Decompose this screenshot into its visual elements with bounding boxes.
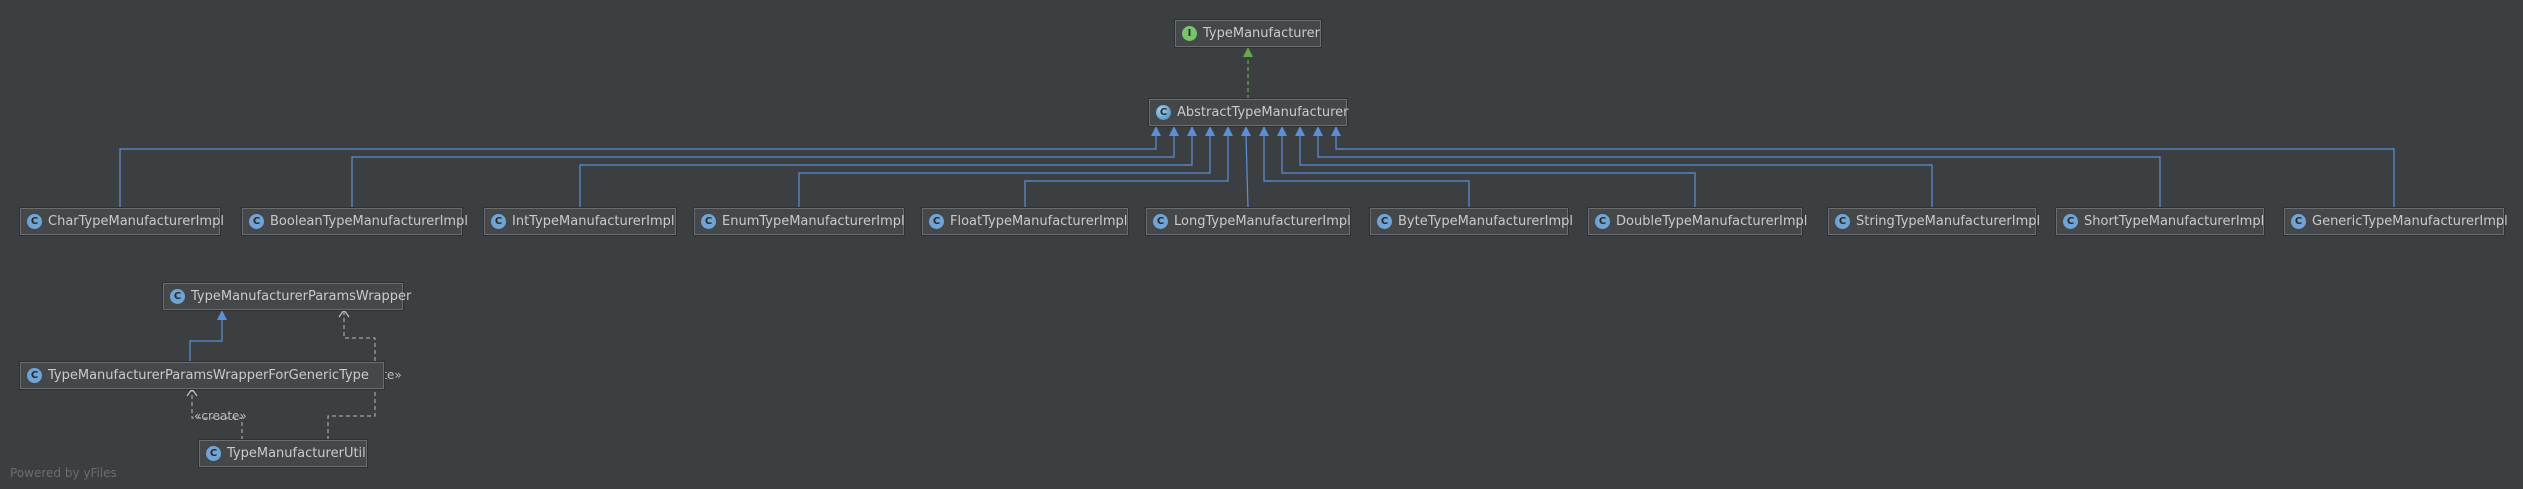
node-label: TypeManufacturerParamsWrapper	[191, 289, 412, 304]
class-icon: C	[491, 214, 506, 229]
class-icon: C	[1153, 214, 1168, 229]
diagram-canvas: «create»«create»	[119, 47, 2395, 440]
extends-arrowhead-char-impl	[1151, 126, 1161, 136]
class-icon: C	[2291, 214, 2306, 229]
node-label: FloatTypeManufacturerImpl	[950, 214, 1128, 229]
create-edge-util-secondary	[327, 388, 376, 440]
extends-arrowhead-enum-impl	[1205, 126, 1215, 136]
node-label: TypeManufacturerUtil	[227, 446, 366, 461]
node-label: TypeManufacturer	[1203, 26, 1320, 41]
class-icon: C	[701, 214, 716, 229]
extends-arrowhead-int-impl	[1187, 126, 1197, 136]
extends-edge-long-impl	[1245, 135, 1249, 209]
node-long-impl[interactable]: C LongTypeManufacturerImpl	[1146, 208, 1351, 235]
extends-arrowhead-boolean-impl	[1169, 126, 1179, 136]
extends-edge-boolean-impl	[351, 136, 1175, 208]
class-icon: C	[1835, 214, 1850, 229]
node-label: LongTypeManufacturerImpl	[1174, 214, 1351, 229]
create-arrowhead-util	[186, 387, 198, 397]
class-icon: C	[249, 214, 264, 229]
footer-credit: Powered by yFiles	[10, 466, 117, 480]
extends-arrowhead-string-impl	[1295, 126, 1305, 136]
node-label: ShortTypeManufacturerImpl	[2084, 214, 2265, 229]
node-float-impl[interactable]: C FloatTypeManufacturerImpl	[922, 208, 1128, 235]
class-icon: C	[1595, 214, 1610, 229]
node-double-impl[interactable]: C DoubleTypeManufacturerImpl	[1588, 208, 1807, 235]
node-label: StringTypeManufacturerImpl	[1856, 214, 2041, 229]
node-type-manufacturer[interactable]: I TypeManufacturer	[1175, 20, 1321, 47]
abstract-class-icon: C	[1156, 105, 1171, 120]
extends-edge-double-impl	[1281, 136, 1696, 208]
node-label: DoubleTypeManufacturerImpl	[1616, 214, 1808, 229]
node-boolean-impl[interactable]: C BooleanTypeManufacturerImpl	[242, 208, 468, 235]
node-byte-impl[interactable]: C ByteTypeManufacturerImpl	[1370, 208, 1573, 235]
extends-edge-string-impl	[1299, 136, 1933, 208]
node-string-impl[interactable]: C StringTypeManufacturerImpl	[1828, 208, 2040, 235]
extends-arrowhead-float-impl	[1223, 126, 1233, 136]
class-icon: C	[2063, 214, 2078, 229]
node-params-wrapper-generic[interactable]: C TypeManufacturerParamsWrapperForGeneric…	[20, 362, 384, 389]
extends-arrowhead-short-impl	[1313, 126, 1323, 136]
interface-icon: I	[1182, 26, 1197, 41]
node-enum-impl[interactable]: C EnumTypeManufacturerImpl	[694, 208, 905, 235]
node-short-impl[interactable]: C ShortTypeManufacturerImpl	[2056, 208, 2264, 235]
extends-arrowhead-generic-impl	[1331, 126, 1341, 136]
extends-arrowhead-params-wrapper-generic	[217, 310, 227, 320]
extends-edge-int-impl	[579, 136, 1193, 208]
class-icon: C	[170, 289, 185, 304]
node-label: AbstractTypeManufacturer	[1177, 105, 1349, 120]
node-params-wrapper[interactable]: C TypeManufacturerParamsWrapper	[163, 283, 411, 310]
node-label: TypeManufacturerParamsWrapperForGenericT…	[48, 368, 369, 383]
node-char-impl[interactable]: C CharTypeManufacturerImpl	[20, 208, 224, 235]
node-int-impl[interactable]: C IntTypeManufacturerImpl	[484, 208, 676, 235]
node-generic-impl[interactable]: C GenericTypeManufacturerImpl	[2284, 208, 2508, 235]
node-abstract-type-manufacturer[interactable]: C AbstractTypeManufacturer	[1149, 99, 1349, 126]
extends-edge-byte-impl	[1263, 136, 1470, 208]
extends-edge-short-impl	[1317, 136, 2161, 208]
extends-edge-float-impl	[1024, 136, 1229, 208]
class-icon: C	[929, 214, 944, 229]
implements-arrowhead	[1243, 47, 1253, 57]
node-label: ByteTypeManufacturerImpl	[1398, 214, 1574, 229]
extends-edge-generic-impl	[1335, 136, 2395, 208]
node-label: EnumTypeManufacturerImpl	[722, 214, 905, 229]
extends-edge-char-impl	[119, 136, 1157, 208]
class-icon: C	[27, 368, 42, 383]
extends-edge-params-wrapper-generic	[189, 320, 223, 362]
extends-arrowhead-double-impl	[1277, 126, 1287, 136]
class-icon: C	[206, 446, 221, 461]
node-type-manufacturer-util[interactable]: C TypeManufacturerUtil	[199, 440, 367, 467]
extends-arrowhead-long-impl	[1241, 126, 1251, 136]
extends-arrowhead-byte-impl	[1259, 126, 1269, 136]
node-label: BooleanTypeManufacturerImpl	[270, 214, 468, 229]
create-label-util: «create»	[194, 409, 247, 423]
node-label: IntTypeManufacturerImpl	[512, 214, 675, 229]
extends-edge-enum-impl	[798, 136, 1211, 208]
class-icon: C	[27, 214, 42, 229]
class-icon: C	[1377, 214, 1392, 229]
node-label: CharTypeManufacturerImpl	[48, 214, 224, 229]
node-label: GenericTypeManufacturerImpl	[2312, 214, 2508, 229]
